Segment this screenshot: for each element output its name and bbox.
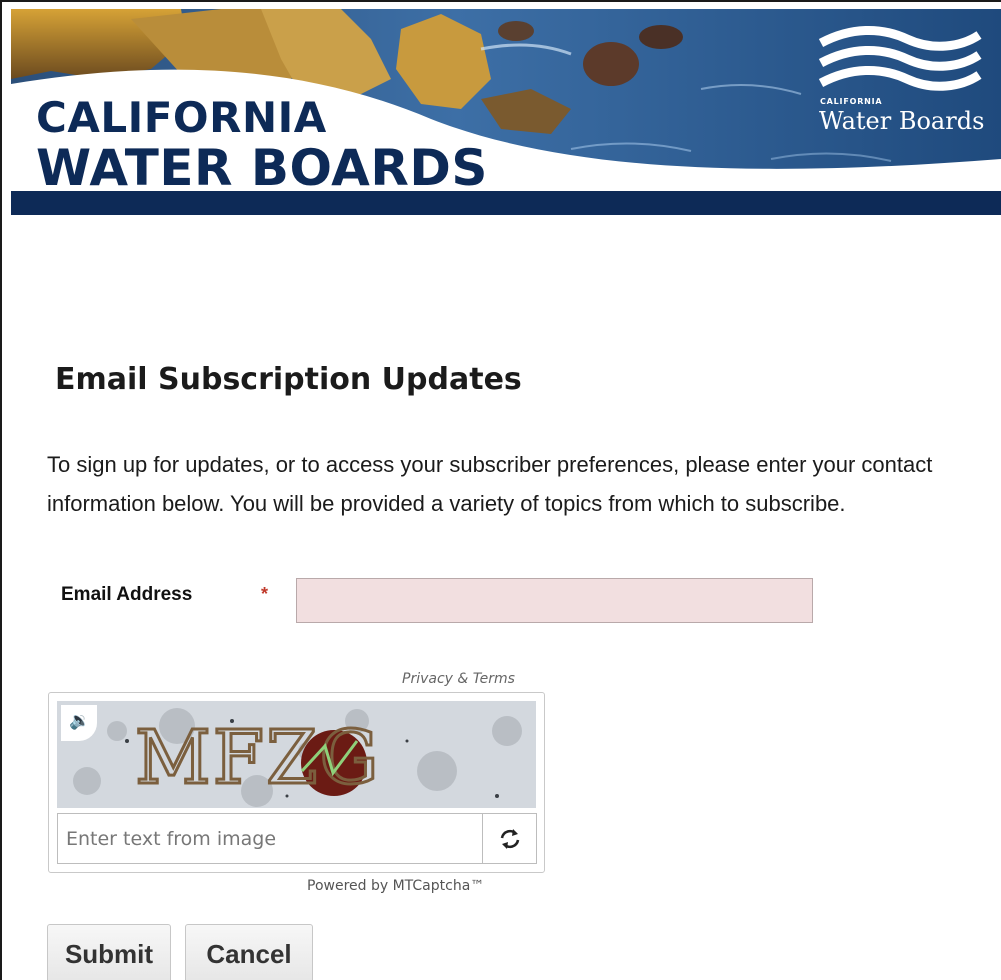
logo-state-label: CALIFORNIA (820, 97, 883, 106)
brand-title-line2: WATER BOARDS (36, 139, 488, 197)
cancel-button[interactable]: Cancel (185, 924, 313, 980)
email-label: Email Address (61, 584, 193, 605)
email-field[interactable] (296, 578, 813, 623)
submit-button[interactable]: Submit (47, 924, 171, 980)
logo-name: Water Boards (819, 107, 985, 135)
required-marker: * (261, 584, 269, 604)
captcha-text-input[interactable] (57, 813, 483, 864)
speaker-icon: 🔉 (69, 711, 91, 730)
audio-button[interactable]: 🔉 (61, 705, 97, 741)
page-title: Email Subscription Updates (55, 362, 522, 397)
water-boards-logo[interactable]: CALIFORNIA Water Boards (811, 21, 989, 135)
refresh-icon (500, 828, 519, 849)
waves-icon (818, 26, 982, 91)
privacy-terms-link[interactable]: Privacy & Terms (402, 671, 515, 687)
captcha-powered-by: Powered by MTCaptcha™ (307, 878, 485, 894)
captcha-refresh-button[interactable] (483, 813, 537, 864)
site-banner: CALIFORNIA WATER BOARDS CALIFORNIA Water… (11, 9, 1001, 215)
brand-title-line1: CALIFORNIA (36, 93, 327, 142)
captcha-challenge-graphic: MFZG (57, 701, 536, 808)
captcha-image: MFZG 🔉 (57, 701, 536, 808)
intro-text: To sign up for updates, or to access you… (47, 452, 933, 516)
captcha-widget: MFZG 🔉 (48, 692, 545, 873)
